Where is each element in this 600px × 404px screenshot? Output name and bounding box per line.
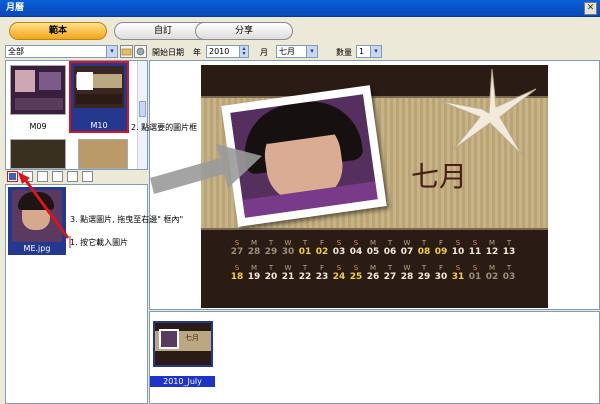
annotation-step1: 1. 按它載入圖片 bbox=[70, 238, 129, 247]
annotation-step2: 2. 點選要的圖片框 bbox=[131, 123, 198, 132]
annotation-step3: 3. 點選圖片, 拖曳至右邊" 框內" bbox=[70, 215, 184, 224]
annotation-arrows bbox=[18, 172, 71, 248]
